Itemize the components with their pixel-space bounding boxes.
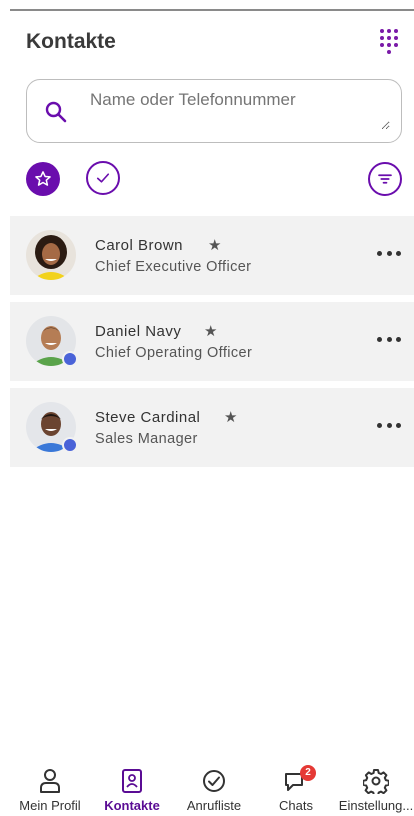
nav-item-anrufliste[interactable]: Anrufliste — [174, 760, 254, 816]
more-options-icon[interactable] — [377, 423, 401, 429]
filter-icon — [378, 174, 392, 184]
contact-role: Chief Executive Officer — [95, 259, 252, 275]
page-title: Kontakte — [26, 30, 116, 53]
search-box[interactable] — [26, 79, 402, 143]
contacts-icon — [122, 769, 142, 793]
favorite-star-icon: ★ — [208, 237, 222, 254]
contact-role: Chief Operating Officer — [95, 345, 253, 361]
favorite-star-icon: ★ — [204, 323, 218, 340]
contact-name: Carol Brown — [95, 237, 184, 254]
favorites-filter-button[interactable] — [26, 162, 60, 196]
nav-label: Kontakte — [104, 798, 160, 813]
favorite-star-icon: ★ — [224, 409, 238, 426]
top-divider — [10, 9, 414, 11]
nav-label: Einstellung... — [338, 798, 414, 813]
filter-button[interactable] — [368, 162, 402, 196]
nav-label: Mein Profil — [19, 798, 81, 813]
check-icon — [96, 173, 110, 183]
contact-role: Sales Manager — [95, 431, 198, 447]
search-icon — [45, 101, 67, 123]
more-options-icon[interactable] — [377, 251, 401, 257]
star-icon — [35, 171, 51, 186]
search-input[interactable] — [90, 90, 390, 130]
unread-badge: 2 — [300, 765, 316, 781]
nav-item-kontakte[interactable]: Kontakte — [92, 760, 172, 816]
bottom-navigation: Mein Profil Kontakte Anrufliste 2 Chats … — [0, 760, 414, 816]
nav-item-mein-profil[interactable]: Mein Profil — [10, 760, 90, 816]
nav-label: Chats — [279, 798, 313, 813]
online-status-dot — [62, 351, 78, 367]
contact-row[interactable]: Carol Brown ★ Chief Executive Officer — [10, 216, 414, 295]
contact-name: Steve Cardinal — [95, 409, 201, 426]
check-filter-button[interactable] — [86, 161, 120, 195]
contact-row[interactable]: Daniel Navy ★ Chief Operating Officer — [10, 302, 414, 381]
person-icon — [40, 769, 60, 793]
avatar — [26, 230, 76, 280]
online-status-dot — [62, 437, 78, 453]
contact-name: Daniel Navy — [95, 323, 182, 340]
call-history-icon — [203, 770, 225, 792]
contact-row[interactable]: Steve Cardinal ★ Sales Manager — [10, 388, 414, 467]
more-options-icon[interactable] — [377, 337, 401, 343]
nav-item-chats[interactable]: 2 Chats — [256, 760, 336, 816]
dialpad-icon[interactable] — [380, 29, 400, 54]
gear-icon — [363, 769, 389, 794]
nav-item-einstellungen[interactable]: Einstellung... — [336, 760, 414, 816]
nav-label: Anrufliste — [186, 798, 242, 813]
